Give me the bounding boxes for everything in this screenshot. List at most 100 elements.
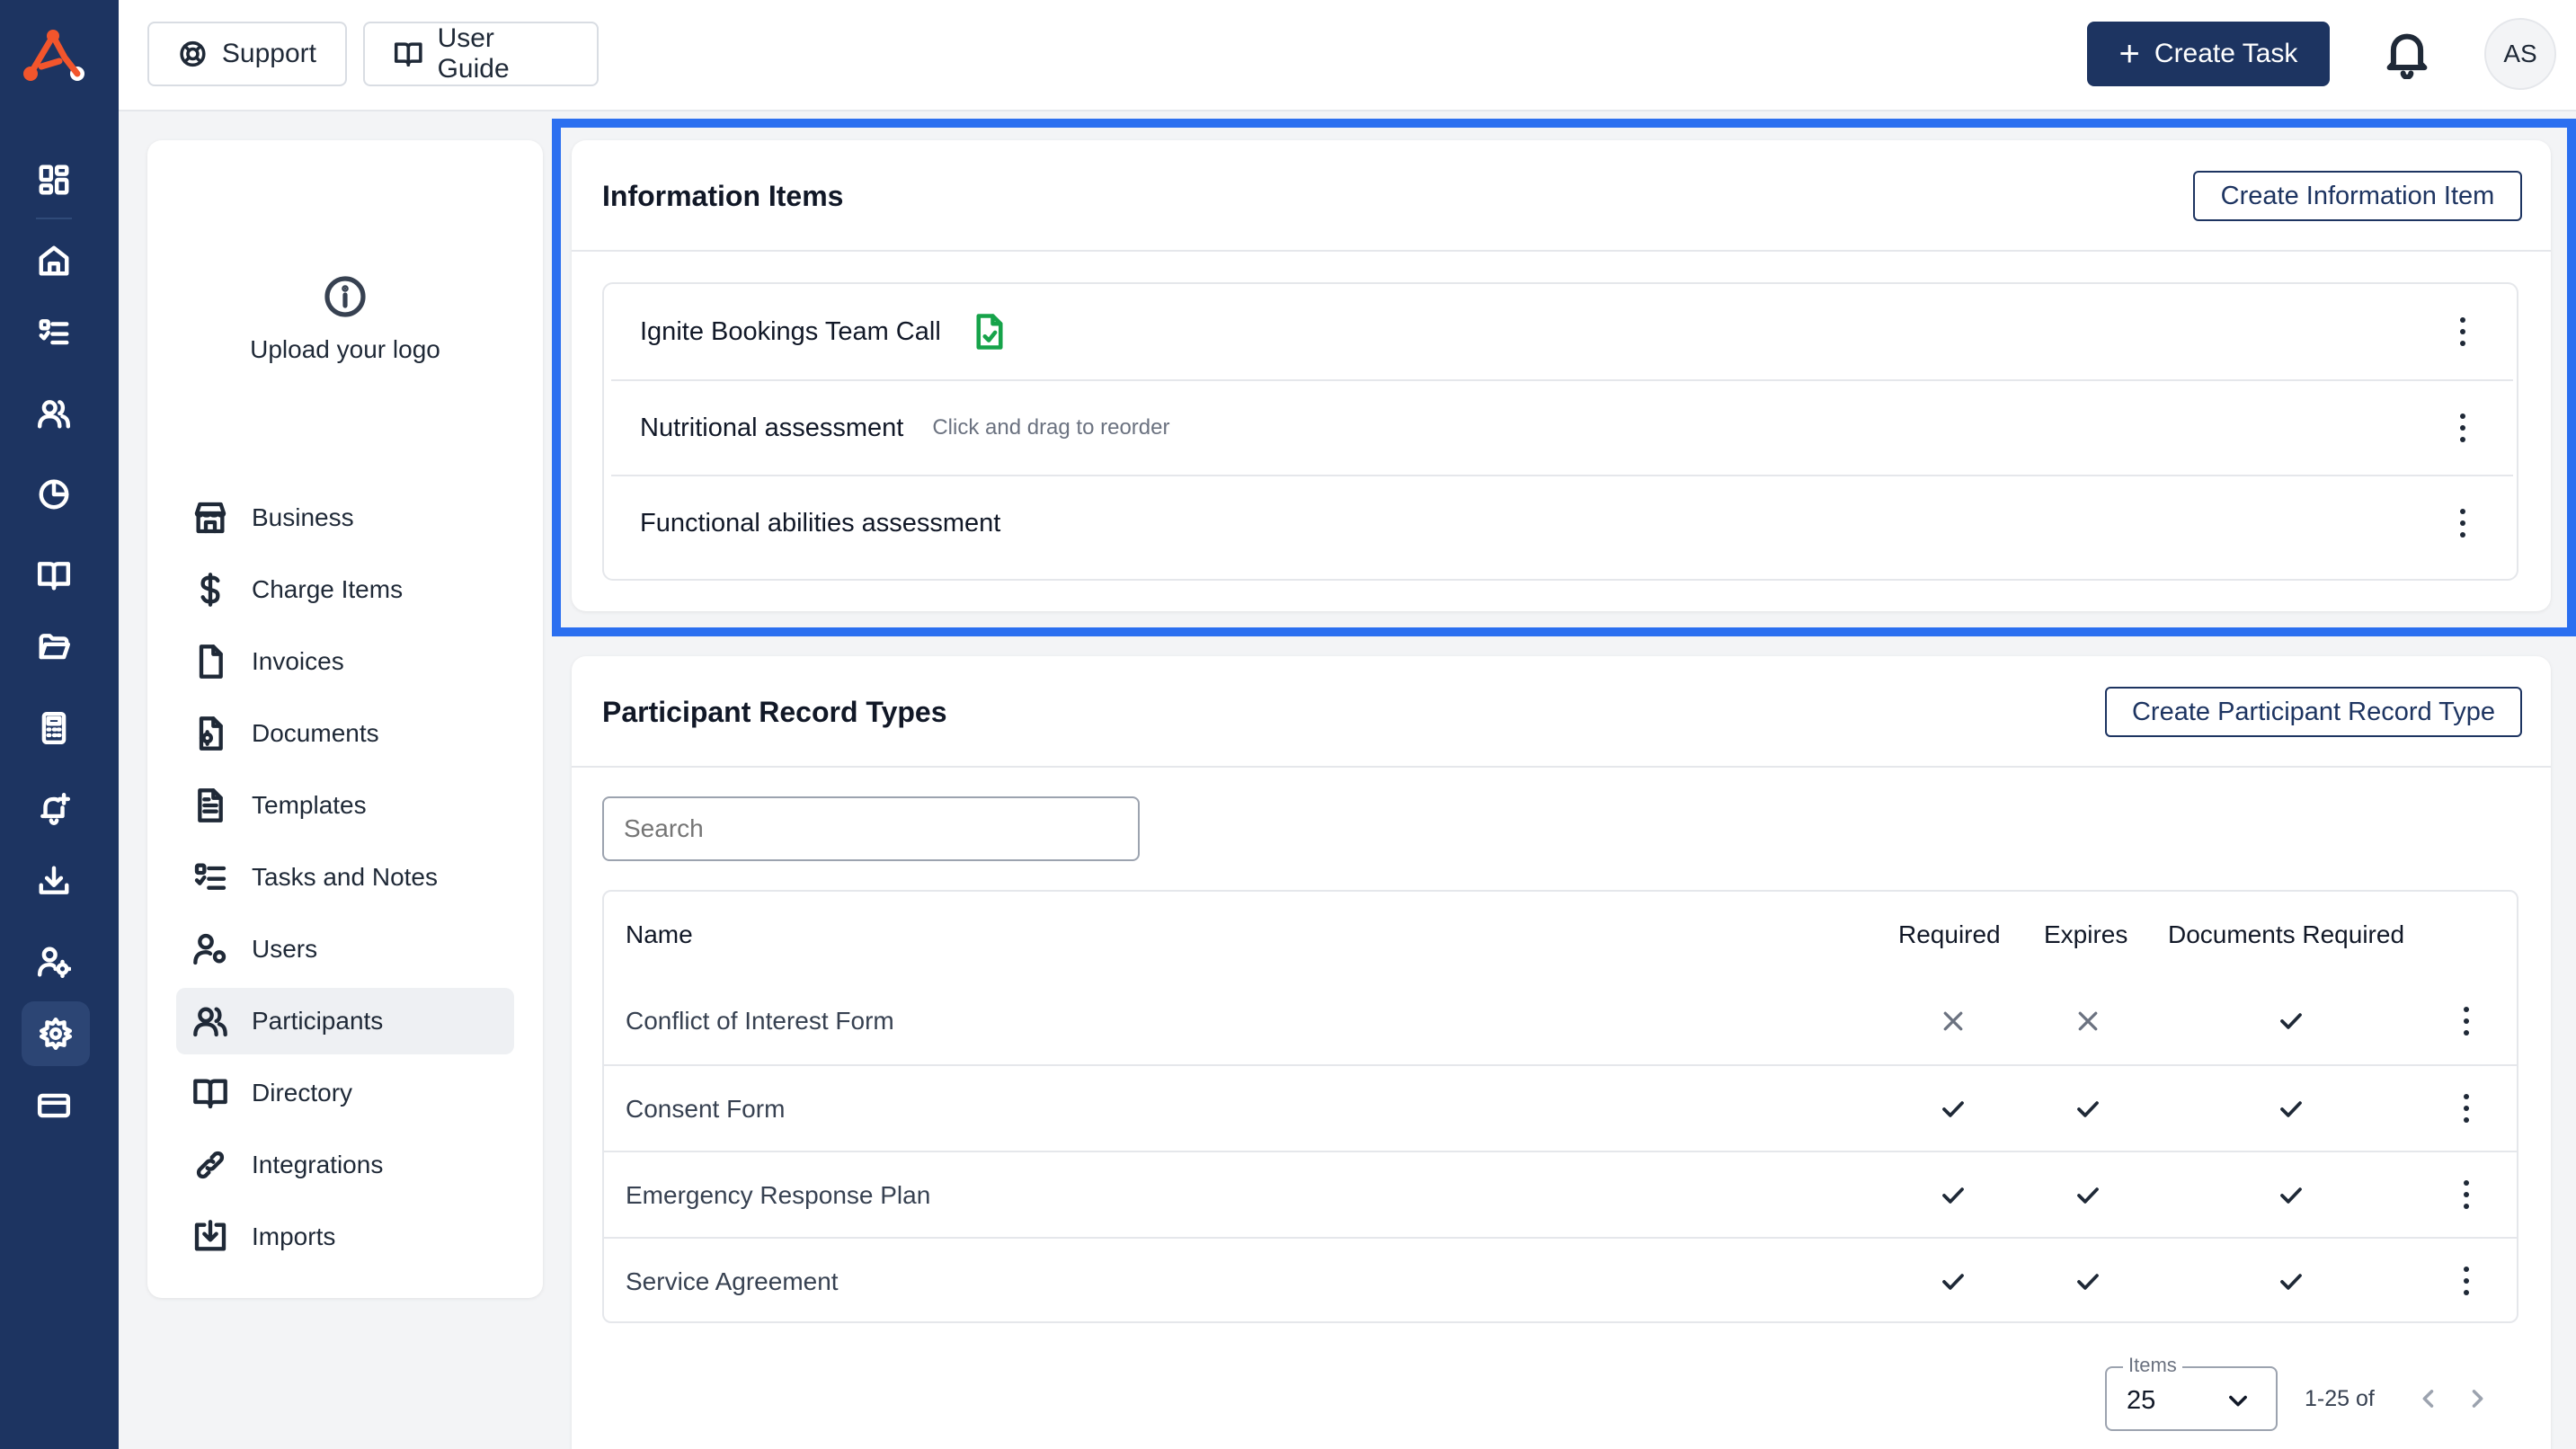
more-options-icon[interactable]	[2463, 1267, 2470, 1295]
side-item-label: Business	[252, 503, 354, 531]
bell-icon[interactable]	[2384, 29, 2430, 80]
create-task-button[interactable]: + Create Task	[2087, 22, 2330, 86]
create-participant-record-type-button[interactable]: Create Participant Record Type	[2105, 687, 2522, 737]
side-item-tasks-and-notes[interactable]: Tasks and Notes	[176, 844, 514, 911]
support-button[interactable]: Support	[147, 22, 347, 86]
documents-required-check-icon	[2278, 978, 2305, 1064]
record-type-name: Conflict of Interest Form	[626, 1007, 894, 1035]
home-icon[interactable]	[32, 239, 76, 282]
side-item-label: Participants	[252, 1007, 384, 1035]
user-gear-icon[interactable]	[32, 940, 76, 983]
items-per-page-value: 25	[2127, 1386, 2156, 1415]
side-item-integrations[interactable]: Integrations	[176, 1132, 514, 1198]
required-check-icon	[1940, 1152, 1967, 1239]
search-input[interactable]	[602, 796, 1140, 861]
pagination-range: 1-25 of	[2305, 1386, 2375, 1411]
previous-page-icon[interactable]	[2416, 1386, 2441, 1411]
file-icon	[199, 644, 223, 679]
column-header-expires[interactable]: Expires	[2044, 892, 2127, 978]
settings-panel: Upload your logo Business Charge Items I…	[147, 140, 543, 1298]
bell-plus-icon[interactable]	[32, 787, 76, 831]
users-icon[interactable]	[32, 392, 76, 435]
expires-check-icon	[2074, 1239, 2101, 1321]
app-logo[interactable]	[20, 27, 88, 86]
more-options-icon[interactable]	[2463, 1007, 2470, 1036]
side-item-invoices[interactable]: Invoices	[176, 628, 514, 695]
side-item-label: Tasks and Notes	[252, 863, 438, 891]
side-item-users[interactable]: Users	[176, 916, 514, 982]
participant-record-types-title: Participant Record Types	[602, 696, 947, 728]
table-row[interactable]: Consent Form	[604, 1064, 2517, 1151]
user-guide-button[interactable]: User Guide	[363, 22, 599, 86]
upload-logo[interactable]: Upload your logo	[147, 275, 543, 364]
settings-icon[interactable]	[22, 1001, 90, 1066]
items-per-page-select[interactable]: Items 25	[2105, 1354, 2278, 1431]
required-cross-icon	[1940, 978, 1967, 1064]
side-item-imports[interactable]: Imports	[176, 1204, 514, 1270]
more-options-icon[interactable]	[2463, 1094, 2470, 1123]
side-item-label: Charge Items	[252, 575, 404, 603]
side-item-directory[interactable]: Directory	[176, 1060, 514, 1126]
link-icon	[196, 1151, 225, 1179]
required-check-icon	[1940, 1239, 1967, 1321]
create-task-label: Create Task	[2154, 39, 2298, 68]
participant-record-types-card: Participant Record Types Create Particip…	[572, 656, 2551, 1449]
import-icon	[194, 1220, 227, 1251]
folder-icon[interactable]	[32, 626, 76, 669]
app-rail	[0, 0, 119, 1449]
tasks-icon	[194, 863, 227, 890]
more-options-icon[interactable]	[2463, 1180, 2470, 1209]
user-gear-icon	[193, 933, 227, 965]
table-header: Name Required Expires Documents Required	[604, 892, 2517, 978]
book-icon	[394, 42, 422, 67]
column-header-required[interactable]: Required	[1898, 892, 2001, 978]
record-type-name: Emergency Response Plan	[626, 1181, 931, 1209]
side-item-templates[interactable]: Templates	[176, 772, 514, 839]
side-item-participants[interactable]: Participants	[176, 988, 514, 1054]
book-icon[interactable]	[32, 554, 76, 597]
column-header-documents-required[interactable]: Documents Required	[2168, 892, 2404, 978]
participants-icon	[193, 1007, 227, 1037]
user-avatar[interactable]: AS	[2484, 18, 2556, 90]
side-item-label: Templates	[252, 791, 367, 819]
info-icon	[324, 276, 366, 317]
next-page-icon[interactable]	[2465, 1386, 2490, 1411]
card-icon[interactable]	[32, 1084, 76, 1127]
store-icon	[194, 502, 227, 534]
record-types-table: Name Required Expires Documents Required…	[602, 890, 2518, 1323]
expires-cross-icon	[2074, 978, 2101, 1064]
calculator-icon[interactable]	[32, 707, 76, 750]
documents-required-check-icon	[2278, 1239, 2305, 1321]
side-item-charge-items[interactable]: Charge Items	[176, 556, 514, 623]
required-check-icon	[1940, 1066, 1967, 1152]
side-item-label: Directory	[252, 1079, 353, 1107]
side-item-label: Documents	[252, 719, 379, 747]
side-item-business[interactable]: Business	[176, 484, 514, 551]
dollar-icon	[200, 573, 220, 607]
plus-icon: +	[2119, 34, 2140, 74]
column-header-name[interactable]: Name	[626, 892, 693, 978]
dashboard-icon[interactable]	[32, 158, 76, 201]
top-bar: Support User Guide + Create Task AS	[119, 0, 2576, 111]
table-row[interactable]: Service Agreement	[604, 1237, 2517, 1321]
table-row[interactable]: Conflict of Interest Form	[604, 978, 2517, 1064]
expires-check-icon	[2074, 1066, 2101, 1152]
side-item-documents[interactable]: Documents	[176, 700, 514, 767]
side-item-label: Imports	[252, 1222, 336, 1250]
chevron-down-icon	[2225, 1388, 2251, 1413]
record-type-name: Consent Form	[626, 1095, 786, 1123]
rail-divider	[36, 218, 72, 219]
table-row[interactable]: Emergency Response Plan	[604, 1151, 2517, 1237]
focus-highlight	[552, 119, 2576, 636]
chart-icon[interactable]	[32, 473, 76, 516]
record-type-name: Service Agreement	[626, 1267, 839, 1295]
download-icon[interactable]	[32, 859, 76, 902]
document-icon	[199, 716, 223, 751]
expires-check-icon	[2074, 1152, 2101, 1239]
documents-required-check-icon	[2278, 1066, 2305, 1152]
book-icon	[193, 1079, 227, 1109]
side-item-label: Invoices	[252, 647, 344, 675]
tasks-icon[interactable]	[32, 311, 76, 354]
items-per-page-legend: Items	[2123, 1354, 2182, 1377]
side-item-label: Integrations	[252, 1151, 384, 1178]
